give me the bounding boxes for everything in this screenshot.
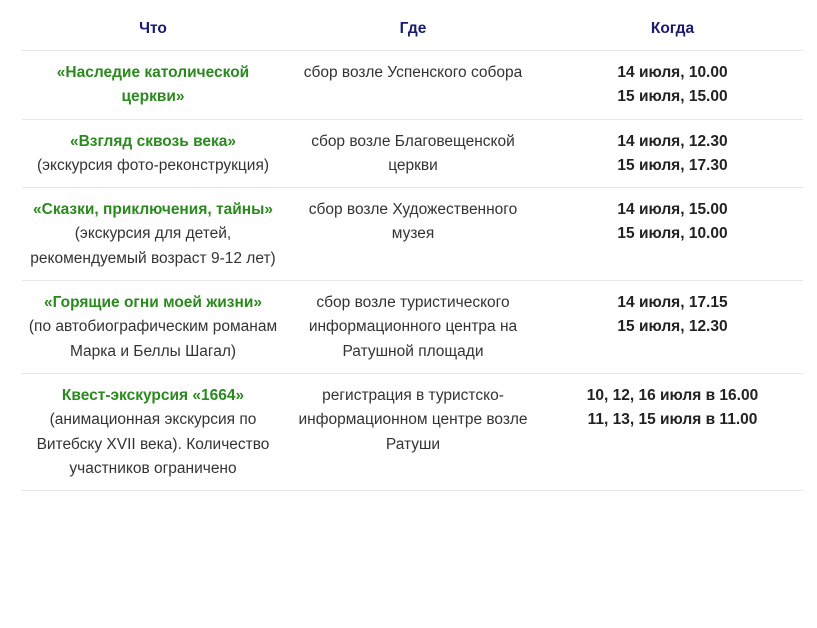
when-cell: 14 июля, 15.00 15 июля, 10.00 [542, 187, 803, 282]
where-cell: сбор возле Благовещенской церкви [284, 119, 542, 189]
what-cell: «Наследие католической церкви» [22, 50, 284, 120]
when-line: 14 июля, 17.15 [617, 294, 728, 312]
excursion-schedule-table: Что Где Когда «Наследие католической цер… [22, 8, 803, 492]
table-row: «Взгляд сквозь века» (экскурсия фото-рек… [22, 119, 803, 189]
column-header-what: Что [22, 8, 284, 51]
when-line: 15 июля, 17.30 [617, 156, 728, 174]
what-cell: «Взгляд сквозь века» (экскурсия фото-рек… [22, 119, 284, 189]
column-header-where: Где [284, 8, 542, 51]
what-cell: Квест-экскурсия «1664» (анимационная экс… [22, 373, 284, 492]
table-row: Квест-экскурсия «1664» (анимационная экс… [22, 373, 803, 492]
where-cell: сбор возле Художественного музея [284, 187, 542, 282]
excursion-note: (анимационная экскурсия по Витебску XVII… [36, 411, 270, 477]
when-line: 14 июля, 15.00 [617, 201, 728, 219]
when-line: 10, 12, 16 июля в 16.00 [586, 386, 759, 404]
header-row: Что Где Когда [22, 8, 803, 51]
when-line: 15 июля, 15.00 [617, 88, 728, 106]
excursion-title: «Сказки, приключения, тайны» [33, 201, 273, 219]
when-cell: 14 июля, 10.00 15 июля, 15.00 [542, 50, 803, 120]
column-header-when: Когда [542, 8, 803, 51]
excursion-note: (экскурсия для детей, рекомендуемый возр… [30, 225, 276, 267]
where-cell: сбор возле Успенского собора [284, 50, 542, 120]
excursion-title: «Наследие католической церкви» [56, 64, 250, 106]
when-cell: 14 июля, 17.15 15 июля, 12.30 [542, 280, 803, 374]
when-line: 14 июля, 10.00 [617, 64, 728, 81]
table-row: «Наследие католической церкви» сбор возл… [22, 50, 803, 120]
table-row: «Горящие огни моей жизни» (по автобиогра… [22, 280, 803, 374]
excursion-title: Квест-экскурсия «1664» [61, 386, 245, 404]
excursion-title: «Горящие огни моей жизни» [44, 294, 262, 312]
when-cell: 10, 12, 16 июля в 16.00 11, 13, 15 июля … [542, 373, 803, 492]
table-row: «Сказки, приключения, тайны» (экскурсия … [22, 187, 803, 282]
when-cell: 14 июля, 12.30 15 июля, 17.30 [542, 119, 803, 189]
excursion-title: «Взгляд сквозь века» [69, 132, 237, 150]
when-line: 11, 13, 15 июля в 11.00 [587, 411, 758, 429]
when-line: 15 июля, 10.00 [617, 225, 728, 243]
what-cell: «Сказки, приключения, тайны» (экскурсия … [22, 187, 284, 282]
what-cell: «Горящие огни моей жизни» (по автобиогра… [22, 280, 284, 374]
excursion-note: (по автобиографическим романам Марка и Б… [28, 318, 278, 360]
excursion-note: (экскурсия фото-реконструкция) [36, 156, 270, 174]
when-line: 14 июля, 12.30 [617, 132, 728, 150]
when-line: 15 июля, 12.30 [617, 318, 728, 336]
where-cell: сбор возле туристического информационног… [284, 280, 542, 374]
where-cell: регистрация в туристско-информационном ц… [284, 373, 542, 492]
